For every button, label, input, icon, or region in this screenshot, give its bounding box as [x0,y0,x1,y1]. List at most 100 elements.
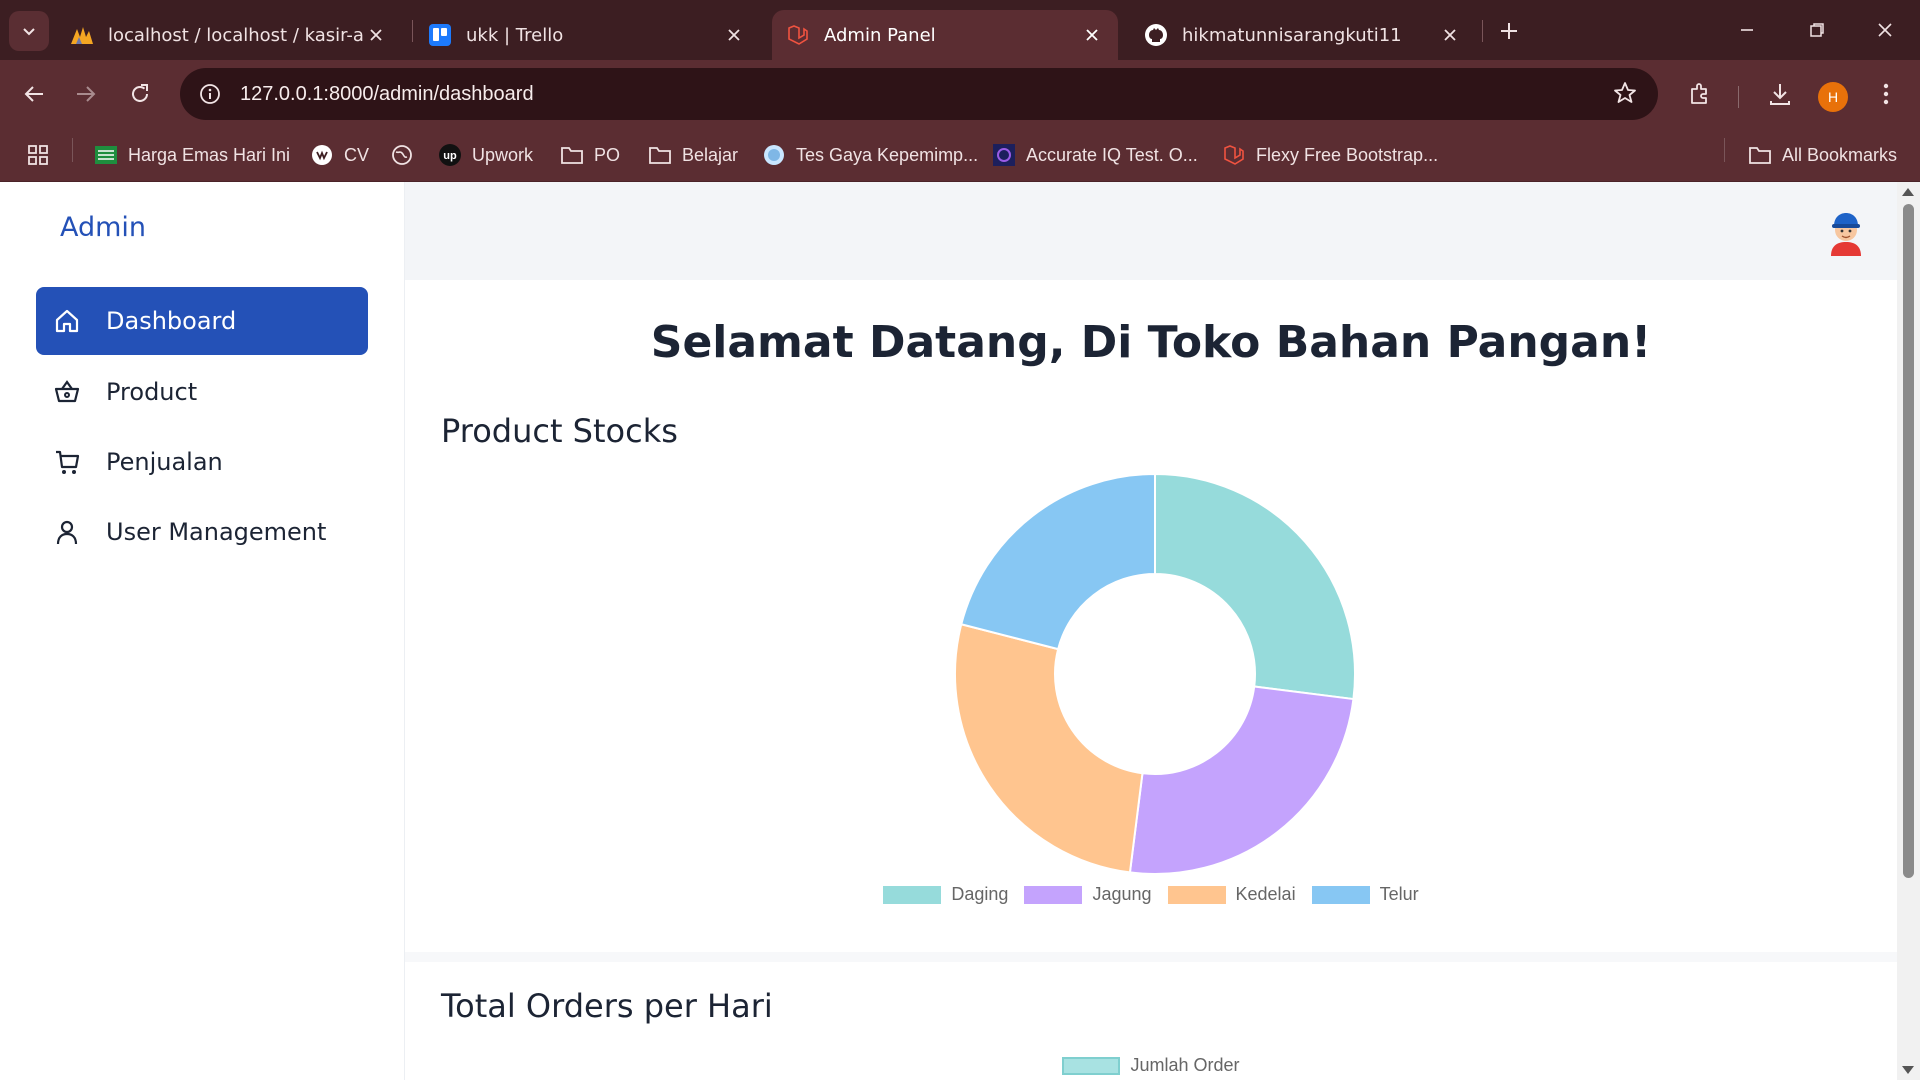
bookmark-label: Accurate IQ Test. O... [1026,144,1198,165]
product-stocks-legend: Daging Jagung Kedelai Telur [405,884,1897,905]
bookmark-flexy[interactable]: Flexy Free Bootstrap... [1222,140,1438,170]
globe-icon [390,143,414,167]
sidebar-item-product[interactable]: Product [36,358,368,426]
orders-title: Total Orders per Hari [441,987,773,1025]
browser-menu-button[interactable] [1866,74,1906,114]
site-info-icon[interactable] [184,68,236,120]
tab-phpmyadmin[interactable]: localhost / localhost / kasir-app [56,10,402,60]
downloads-button[interactable] [1760,74,1800,114]
sidebar-item-user-management[interactable]: User Management [36,498,368,566]
page-viewport: Admin Dashboard Product Penjualan User M… [0,182,1920,1080]
sidebar-item-penjualan[interactable]: Penjualan [36,428,368,496]
plus-icon [1501,23,1517,39]
chart-slice-daging[interactable] [1154,472,1356,701]
extensions-button[interactable] [1680,74,1720,114]
laravel-icon [786,23,810,47]
bookmark-globe[interactable] [390,140,424,170]
all-bookmarks-label: All Bookmarks [1782,144,1898,165]
tab-search-button[interactable] [9,11,49,51]
close-icon[interactable] [722,23,746,47]
page-scrollbar[interactable] [1897,182,1920,1080]
bookmark-upwork[interactable]: up Upwork [438,140,533,170]
bookmark-po[interactable]: PO [560,140,620,170]
legend-label: Kedelai [1235,884,1296,904]
chart-slice-kedelai[interactable] [954,623,1144,874]
bookmark-accurate-iq[interactable]: Accurate IQ Test. O... [992,140,1198,170]
github-icon [1144,23,1168,47]
close-icon[interactable] [364,23,388,47]
panel-divider [405,952,1897,962]
legend-item-jagung[interactable]: Jagung [1024,884,1152,905]
sidebar-item-label: Penjualan [106,448,223,476]
flexy-icon [1222,143,1246,167]
tab-trello[interactable]: ukk | Trello [414,10,760,60]
legend-item-telur[interactable]: Telur [1311,884,1419,905]
chart-slice-jagung[interactable] [1128,685,1355,875]
url-text: 127.0.0.1:8000/admin/dashboard [240,82,534,105]
svg-text:up: up [443,150,457,162]
cart-icon [52,447,82,477]
close-icon[interactable] [1080,23,1104,47]
top-header [405,182,1897,280]
legend-item-daging[interactable]: Daging [883,884,1008,905]
bookmark-label: Flexy Free Bootstrap... [1256,144,1439,165]
puzzle-icon [1691,83,1707,104]
bookmark-label: CV [344,144,370,165]
sidebar-item-dashboard[interactable]: Dashboard [36,287,368,355]
tab-admin-panel[interactable]: Admin Panel [772,10,1118,60]
tab-separator [412,20,413,42]
reload-button[interactable] [120,74,160,114]
legend-label: Daging [951,884,1009,904]
minimize-button[interactable] [1722,8,1772,52]
bookmark-cv[interactable]: CV [310,140,369,170]
legend-swatch [1062,1056,1121,1075]
user-icon [52,517,82,547]
more-vertical-icon [1883,83,1889,105]
close-icon[interactable] [1438,23,1462,47]
bookmark-label: Upwork [472,144,534,165]
restore-button[interactable] [1792,8,1842,52]
close-window-button[interactable] [1860,8,1910,52]
legend-label: Telur [1379,884,1419,904]
brand-title[interactable]: Admin [60,212,146,243]
legend-item[interactable]: Jumlah Order [1062,1055,1240,1076]
legend-label: Jumlah Order [1130,1055,1240,1075]
bookmark-harga-emas[interactable]: Harga Emas Hari Ini [94,140,290,170]
arrow-right-icon [77,86,96,102]
tab-github[interactable]: hikmatunnisarangkuti11 [1130,10,1476,60]
minimize-icon [1741,29,1753,31]
forward-button[interactable] [66,74,106,114]
bookmark-star-icon[interactable] [1612,80,1638,110]
chart-slice-telur[interactable] [960,472,1156,651]
avatar-illustration [1831,213,1861,256]
chevron-down-icon [23,28,35,36]
tab-title: hikmatunnisarangkuti11 [1182,24,1402,46]
apps-grid-icon [26,143,50,167]
address-bar[interactable]: 127.0.0.1:8000/admin/dashboard [180,68,1658,120]
apps-button[interactable] [26,140,60,170]
bookmark-label: Harga Emas Hari Ini [128,144,291,165]
product-stocks-title: Product Stocks [441,412,678,450]
upwork-icon: up [438,143,462,167]
scroll-down-icon[interactable] [1902,1066,1914,1074]
all-bookmarks-button[interactable]: All Bookmarks [1748,140,1897,170]
tab-separator [1482,20,1483,42]
bookmark-tes-gaya[interactable]: Tes Gaya Kepemimp... [762,140,978,170]
bookmark-label: Tes Gaya Kepemimp... [796,144,979,165]
bookmark-label: PO [594,144,621,165]
back-button[interactable] [14,74,54,114]
legend-item-kedelai[interactable]: Kedelai [1167,884,1296,905]
bookmark-label: Belajar [682,144,739,165]
profile-avatar-button[interactable]: H [1818,82,1848,112]
bookmark-belajar[interactable]: Belajar [648,140,738,170]
arrow-left-icon [24,86,43,102]
new-tab-button[interactable] [1492,14,1526,48]
download-icon [1770,84,1790,105]
user-avatar[interactable] [1823,208,1869,258]
sidebar-item-label: Dashboard [106,307,237,335]
scrollbar-thumb[interactable] [1903,204,1914,878]
tab-title: localhost / localhost / kasir-app [108,24,364,46]
sidebar: Admin Dashboard Product Penjualan User M… [0,182,405,1080]
scroll-up-icon[interactable] [1902,188,1914,196]
cv-icon [310,143,334,167]
